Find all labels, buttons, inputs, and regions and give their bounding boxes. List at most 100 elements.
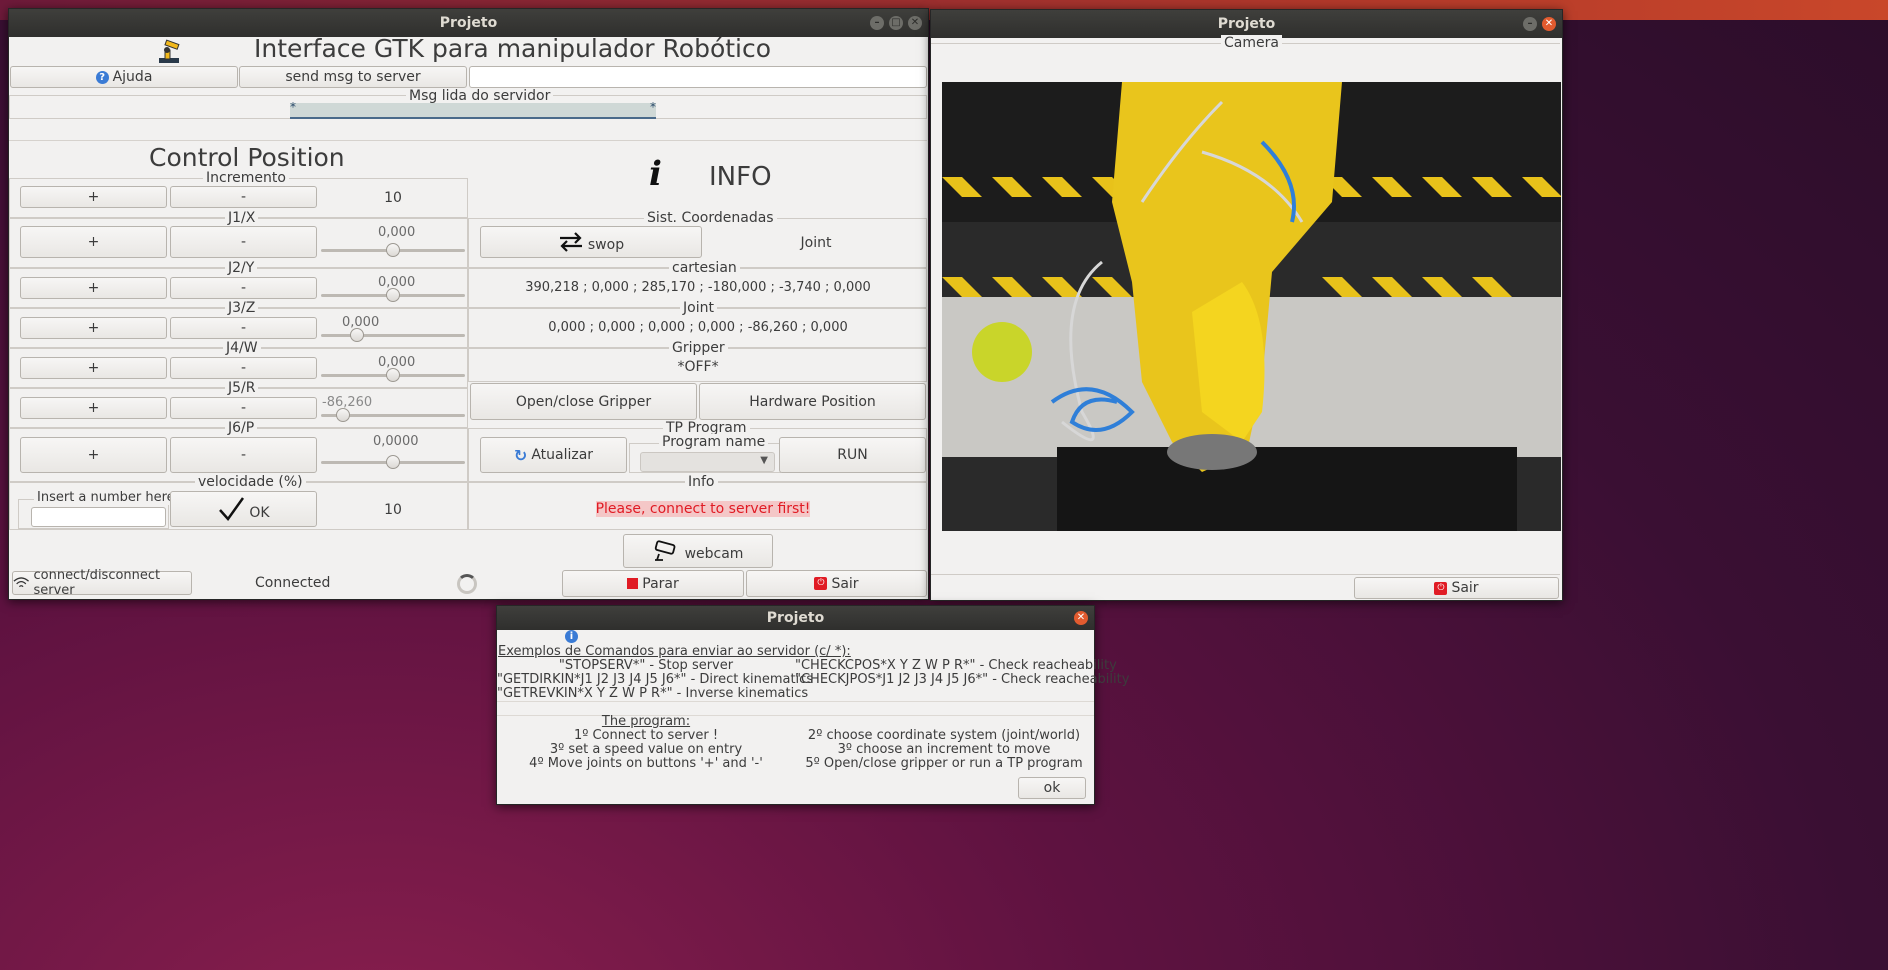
j4-slider-knob[interactable] (386, 368, 400, 382)
dialog-ok-button[interactable]: ok (1018, 777, 1086, 799)
increment-minus-button[interactable]: - (170, 186, 317, 208)
update-button[interactable]: ↻ Atualizar (480, 437, 627, 473)
ok-label: OK (249, 505, 270, 521)
minimize-button[interactable]: – (870, 16, 884, 30)
webcam-button[interactable]: webcam (623, 534, 773, 568)
speed-value: 10 (384, 502, 402, 518)
speed-ok-button[interactable]: OK (170, 491, 317, 527)
swap-label: swop (587, 237, 625, 253)
gripper-button[interactable]: Open/close Gripper (470, 383, 697, 420)
dialog-title-bar[interactable]: Projeto ✕ (497, 606, 1094, 630)
cmd-checkjpos: "CHECKJPOS*J1 J2 J3 J4 J5 J6*" - Check r… (795, 672, 1130, 687)
close-button[interactable]: ✕ (908, 16, 922, 30)
message-entry[interactable] (469, 66, 927, 88)
program-name-label: Program name (659, 434, 769, 450)
j6-label: J6/P (225, 420, 258, 436)
wifi-icon (13, 577, 29, 588)
j6-slider-knob[interactable] (386, 455, 400, 469)
maximize-button[interactable]: □ (889, 16, 903, 30)
camera-minimize-button[interactable]: – (1523, 17, 1537, 31)
j4-minus-button[interactable]: - (170, 357, 317, 379)
increment-plus-button[interactable]: + (20, 186, 167, 208)
j3-label: J3/Z (225, 300, 259, 316)
j5-plus-button[interactable]: + (20, 397, 167, 419)
j2-minus-button[interactable]: - (170, 277, 317, 299)
step-1: 1º Connect to server ! (573, 728, 719, 743)
j5-label: J5/R (225, 380, 259, 396)
j6-plus-button[interactable]: + (20, 437, 167, 473)
server-msg-frame-title: Msg lida do servidor (406, 88, 554, 104)
j3-minus-button[interactable]: - (170, 317, 317, 339)
camera-exit-button[interactable]: ⏻ Sair (1354, 577, 1559, 599)
step-3b: 3º choose an increment to move (837, 742, 1051, 757)
camera-close-button[interactable]: ✕ (1542, 17, 1556, 31)
dialog-close-button[interactable]: ✕ (1074, 611, 1088, 625)
j1-label: J1/X (225, 210, 259, 226)
info-message: Please, connect to server first! (469, 501, 937, 517)
j5-slider-knob[interactable] (336, 408, 350, 422)
exit-label: Sair (831, 575, 859, 592)
webcam-icon (654, 540, 676, 561)
camera-power-icon: ⏻ (1434, 581, 1448, 595)
camera-title-bar[interactable]: Projeto – ✕ (931, 10, 1562, 38)
info-icon: i (649, 154, 662, 194)
stop-icon (627, 578, 639, 589)
power-icon: ⏻ (814, 577, 828, 590)
joint-label: Joint (680, 300, 717, 316)
exit-button[interactable]: ⏻ Sair (746, 570, 927, 597)
connect-button[interactable]: connect/disconnect server (12, 568, 192, 598)
j4-value: 0,000 (378, 355, 416, 370)
j1-minus-button[interactable]: - (170, 226, 317, 258)
j5-minus-button[interactable]: - (170, 397, 317, 419)
j2-plus-button[interactable]: + (20, 277, 167, 299)
j1-plus-button[interactable]: + (20, 226, 167, 258)
j5-value: -86,260 (322, 395, 373, 410)
camera-window-title: Projeto (1217, 16, 1276, 32)
swap-button[interactable]: swop (480, 226, 702, 258)
j3-value: 0,000 (342, 315, 380, 330)
step-2: 2º choose coordinate system (joint/world… (807, 728, 1081, 743)
step-3a: 3º set a speed value on entry (549, 742, 743, 757)
help-label: Ajuda (112, 69, 153, 85)
stop-button[interactable]: Parar (562, 570, 744, 597)
help-button[interactable]: ? Ajuda (10, 66, 238, 88)
speed-input[interactable] (31, 507, 166, 527)
j6-minus-button[interactable]: - (170, 437, 317, 473)
send-msg-button[interactable]: send msg to server (239, 66, 467, 88)
increment-label: Incremento (203, 170, 289, 186)
webcam-label: webcam (684, 545, 744, 562)
main-window: Projeto – □ ✕ Interface GTK para manipulad… (8, 8, 929, 600)
help-icon: ? (95, 70, 109, 84)
camera-window: Projeto – ✕ Camera ⏻ Sair (930, 9, 1563, 601)
coord-label: Sist. Coordenadas (644, 210, 777, 226)
connect-label: connect/disconnect server (33, 568, 161, 598)
j3-slider[interactable] (321, 334, 465, 337)
app-header: Interface GTK para manipulador Robótico (254, 34, 772, 63)
chevron-down-icon: ▼ (760, 455, 768, 466)
increment-value: 10 (384, 190, 402, 206)
program-select[interactable]: ▼ (640, 452, 775, 472)
j4-plus-button[interactable]: + (20, 357, 167, 379)
swap-arrows-icon (559, 232, 582, 252)
info-message-text: Please, connect to server first! (595, 501, 811, 517)
server-msg-field: * * (290, 100, 656, 119)
cmd-inverse: "GETREVKIN*X Y Z W P R*" - Inverse kinem… (497, 686, 809, 701)
dialog-title: Projeto (766, 610, 825, 626)
update-label: Atualizar (531, 447, 594, 463)
window-title: Projeto (439, 15, 498, 31)
j2-slider-knob[interactable] (386, 288, 400, 302)
j2-label: J2/Y (225, 260, 258, 276)
j1-slider-knob[interactable] (386, 243, 400, 257)
j3-slider-knob[interactable] (350, 328, 364, 342)
run-button[interactable]: RUN (779, 437, 926, 473)
camera-feed-image (942, 82, 1561, 531)
msg-end: * (650, 100, 656, 114)
step-5: 5º Open/close gripper or run a TP progra… (805, 756, 1083, 771)
joint-value: 0,000 ; 0,000 ; 0,000 ; 0,000 ; -86,260 … (548, 320, 848, 335)
stop-label: Parar (642, 575, 679, 592)
j3-plus-button[interactable]: + (20, 317, 167, 339)
hardware-position-button[interactable]: Hardware Position (699, 383, 926, 420)
send-msg-label: send msg to server (285, 69, 421, 85)
robot-arm-icon (159, 39, 180, 63)
main-title-bar[interactable]: Projeto – □ ✕ (9, 9, 928, 37)
